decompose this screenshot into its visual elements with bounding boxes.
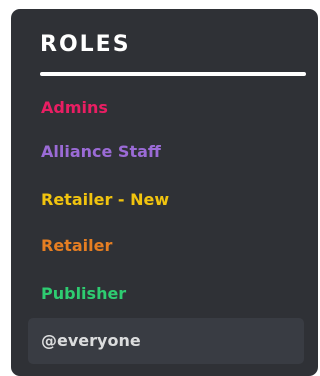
role-everyone[interactable]: @everyone bbox=[41, 333, 141, 349]
roles-panel: ROLES Admins Alliance Staff Retailer - N… bbox=[11, 9, 318, 376]
role-publisher[interactable]: Publisher bbox=[41, 286, 126, 302]
role-retailer[interactable]: Retailer bbox=[41, 238, 112, 254]
role-alliance-staff[interactable]: Alliance Staff bbox=[41, 144, 161, 160]
heading-underline bbox=[40, 72, 306, 76]
role-retailer-new[interactable]: Retailer - New bbox=[41, 192, 169, 208]
roles-heading: ROLES bbox=[40, 32, 131, 57]
role-admins[interactable]: Admins bbox=[41, 100, 108, 116]
role-everyone-row[interactable]: @everyone bbox=[28, 318, 304, 364]
